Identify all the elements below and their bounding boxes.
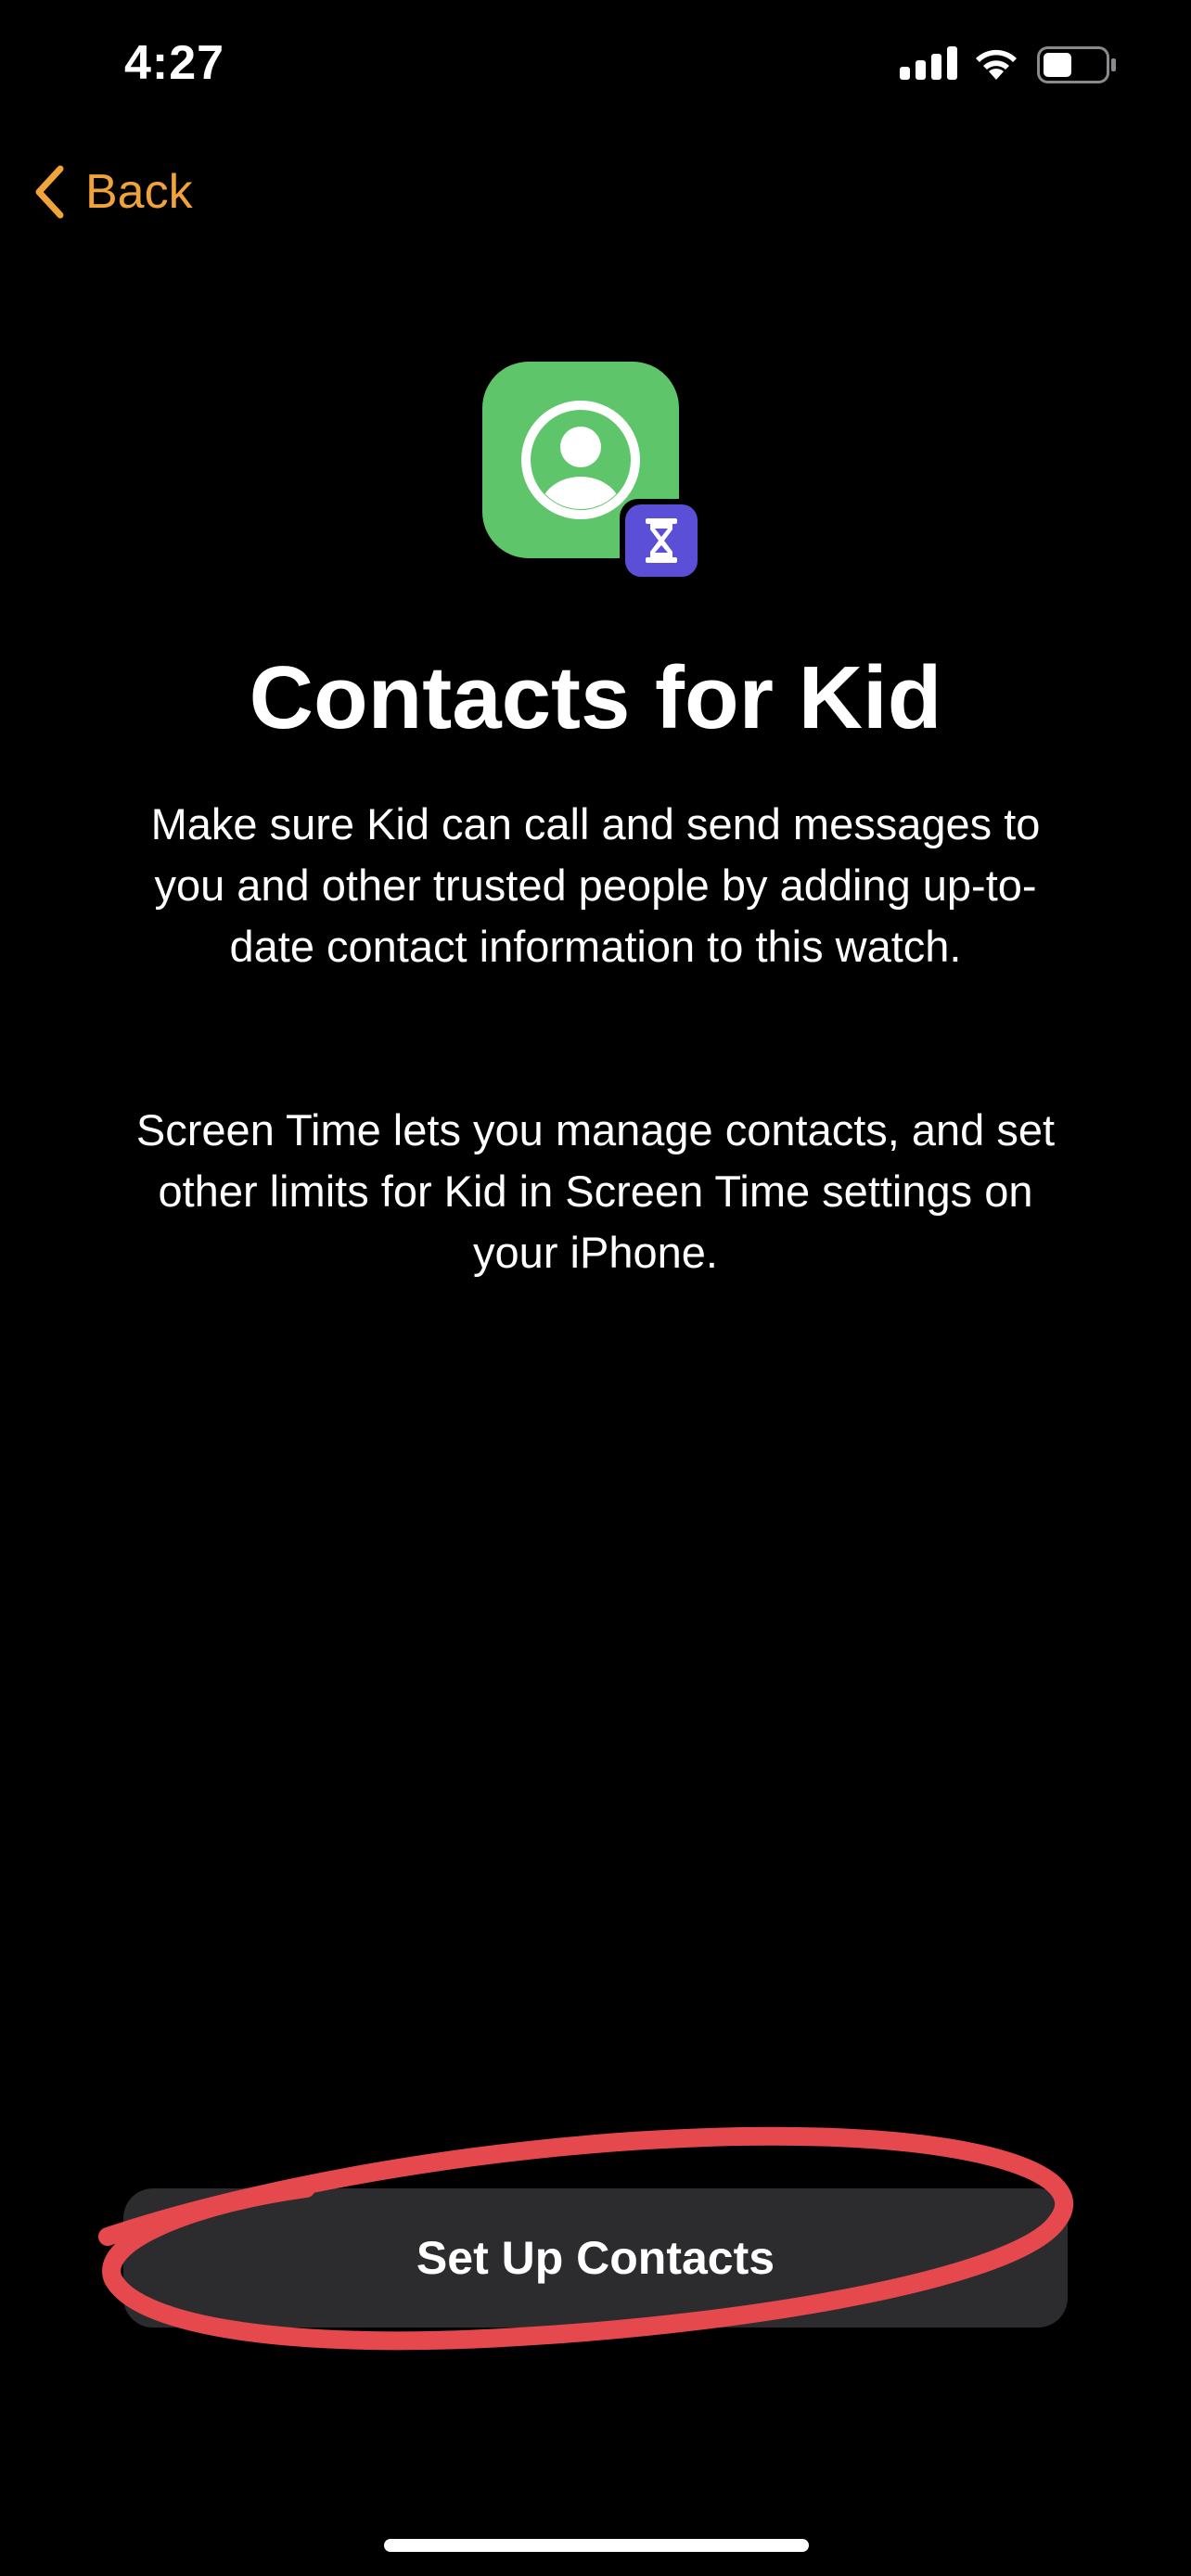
back-button[interactable]: Back: [33, 159, 193, 224]
screen-time-badge: [620, 499, 703, 582]
set-up-contacts-button[interactable]: Set Up Contacts: [123, 2188, 1068, 2327]
chevron-left-icon: [33, 165, 65, 219]
person-icon: [521, 401, 640, 519]
description-paragraph-1: Make sure Kid can call and send messages…: [150, 799, 1041, 971]
home-indicator[interactable]: [384, 2539, 809, 2552]
contacts-app-icon: [482, 362, 705, 584]
battery-icon: [1037, 46, 1116, 83]
description-paragraph-2: Screen Time lets you manage contacts, an…: [135, 1105, 1056, 1277]
status-time: 4:27: [124, 36, 225, 90]
cellular-signal-icon: [900, 46, 957, 80]
page-title: Contacts for Kid: [249, 648, 942, 747]
wifi-icon: [976, 49, 1017, 80]
status-bar: 4:27: [0, 0, 1191, 130]
back-label: Back: [85, 165, 193, 219]
screen-time-hourglass-icon: [646, 518, 677, 563]
